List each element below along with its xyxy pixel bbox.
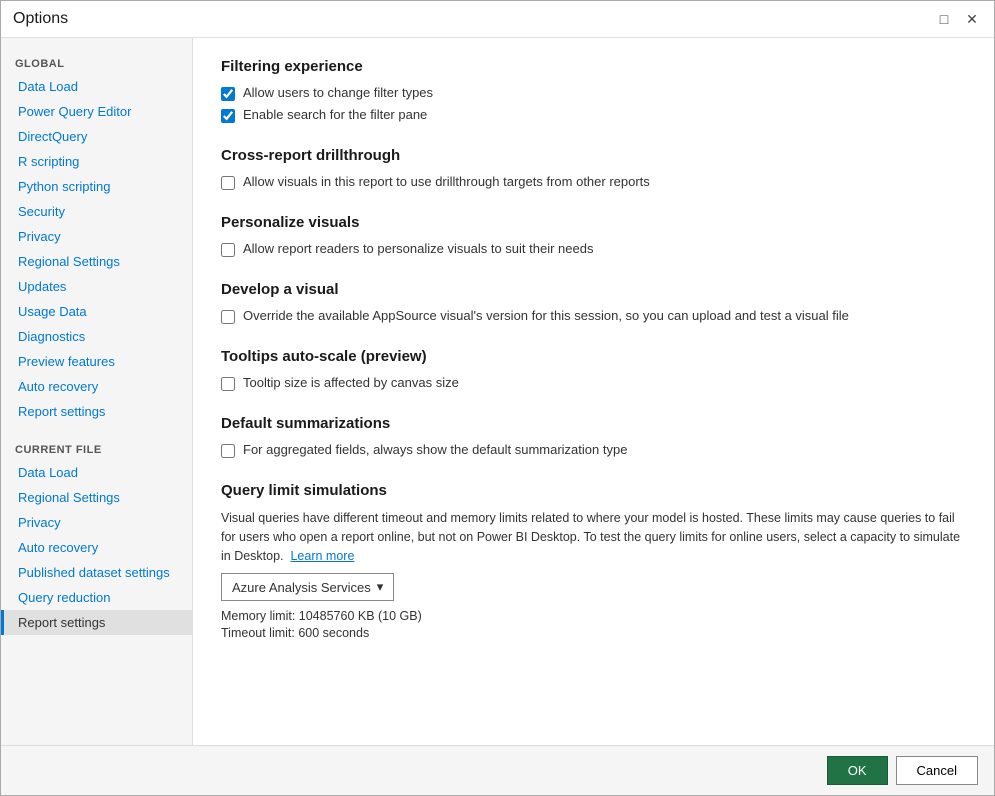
capacity-dropdown[interactable]: Azure Analysis Services ▾ bbox=[221, 573, 394, 601]
label-override-appsource: Override the available AppSource visual'… bbox=[243, 308, 849, 323]
section-filtering-experience: Filtering experience Allow users to chan… bbox=[221, 58, 966, 123]
section-default-summarizations: Default summarizations For aggregated fi… bbox=[221, 415, 966, 458]
dialog-body: GLOBAL Data Load Power Query Editor Dire… bbox=[1, 38, 994, 745]
checkbox-allow-filter-types[interactable] bbox=[221, 87, 235, 101]
checkbox-show-default-summary[interactable] bbox=[221, 444, 235, 458]
sidebar-item-cf-auto-recovery[interactable]: Auto recovery bbox=[1, 535, 192, 560]
sidebar-item-report-settings-global[interactable]: Report settings bbox=[1, 399, 192, 424]
sidebar-item-cf-regional-settings[interactable]: Regional Settings bbox=[1, 485, 192, 510]
sidebar-item-r-scripting[interactable]: R scripting bbox=[1, 149, 192, 174]
sidebar-item-auto-recovery[interactable]: Auto recovery bbox=[1, 374, 192, 399]
dropdown-arrow-icon: ▾ bbox=[377, 579, 384, 595]
dropdown-label: Azure Analysis Services bbox=[232, 580, 371, 595]
main-scroll-area[interactable]: Filtering experience Allow users to chan… bbox=[193, 38, 994, 745]
section-title-query-limit: Query limit simulations bbox=[221, 482, 966, 499]
cancel-button[interactable]: Cancel bbox=[896, 756, 978, 785]
title-bar: Options □ ✕ bbox=[1, 1, 994, 38]
section-title-filtering: Filtering experience bbox=[221, 58, 966, 75]
sidebar-item-cf-report-settings[interactable]: Report settings bbox=[1, 610, 192, 635]
checkbox-row-develop: Override the available AppSource visual'… bbox=[221, 308, 966, 324]
sidebar-item-diagnostics[interactable]: Diagnostics bbox=[1, 324, 192, 349]
label-tooltip-canvas: Tooltip size is affected by canvas size bbox=[243, 375, 459, 390]
sidebar-item-cf-data-load[interactable]: Data Load bbox=[1, 460, 192, 485]
sidebar-item-regional-settings[interactable]: Regional Settings bbox=[1, 249, 192, 274]
sidebar-item-cf-published-dataset[interactable]: Published dataset settings bbox=[1, 560, 192, 585]
checkbox-row-summarizations: For aggregated fields, always show the d… bbox=[221, 442, 966, 458]
query-limit-description: Visual queries have different timeout an… bbox=[221, 509, 966, 565]
section-query-limit: Query limit simulations Visual queries h… bbox=[221, 482, 966, 640]
checkbox-override-appsource[interactable] bbox=[221, 310, 235, 324]
window-controls: □ ✕ bbox=[934, 9, 982, 29]
sidebar-item-power-query-editor[interactable]: Power Query Editor bbox=[1, 99, 192, 124]
section-cross-report: Cross-report drillthrough Allow visuals … bbox=[221, 147, 966, 190]
section-title-develop: Develop a visual bbox=[221, 281, 966, 298]
dialog-title: Options bbox=[13, 10, 68, 28]
section-personalize-visuals: Personalize visuals Allow report readers… bbox=[221, 214, 966, 257]
timeout-limit-text: Timeout limit: 600 seconds bbox=[221, 626, 966, 640]
sidebar-item-cf-query-reduction[interactable]: Query reduction bbox=[1, 585, 192, 610]
main-content: Filtering experience Allow users to chan… bbox=[193, 38, 994, 745]
sidebar-item-preview-features[interactable]: Preview features bbox=[1, 349, 192, 374]
checkbox-row-enable-search: Enable search for the filter pane bbox=[221, 107, 966, 123]
learn-more-link[interactable]: Learn more bbox=[290, 549, 354, 563]
checkbox-row-personalize: Allow report readers to personalize visu… bbox=[221, 241, 966, 257]
label-show-default-summary: For aggregated fields, always show the d… bbox=[243, 442, 627, 457]
sidebar-item-cf-privacy[interactable]: Privacy bbox=[1, 510, 192, 535]
section-title-personalize: Personalize visuals bbox=[221, 214, 966, 231]
section-tooltips: Tooltips auto-scale (preview) Tooltip si… bbox=[221, 348, 966, 391]
label-allow-drillthrough: Allow visuals in this report to use dril… bbox=[243, 174, 650, 189]
label-allow-filter-types: Allow users to change filter types bbox=[243, 85, 433, 100]
global-section-label: GLOBAL bbox=[1, 50, 192, 74]
sidebar-item-data-load[interactable]: Data Load bbox=[1, 74, 192, 99]
sidebar-item-python-scripting[interactable]: Python scripting bbox=[1, 174, 192, 199]
checkbox-enable-search-filter[interactable] bbox=[221, 109, 235, 123]
sidebar-item-directquery[interactable]: DirectQuery bbox=[1, 124, 192, 149]
sidebar-item-security[interactable]: Security bbox=[1, 199, 192, 224]
sidebar-item-usage-data[interactable]: Usage Data bbox=[1, 299, 192, 324]
section-title-tooltips: Tooltips auto-scale (preview) bbox=[221, 348, 966, 365]
options-dialog: Options □ ✕ GLOBAL Data Load Power Query… bbox=[0, 0, 995, 796]
checkbox-row-drillthrough: Allow visuals in this report to use dril… bbox=[221, 174, 966, 190]
section-title-summarizations: Default summarizations bbox=[221, 415, 966, 432]
sidebar-item-privacy[interactable]: Privacy bbox=[1, 224, 192, 249]
label-enable-search-filter: Enable search for the filter pane bbox=[243, 107, 427, 122]
ok-button[interactable]: OK bbox=[827, 756, 888, 785]
checkbox-row-tooltip: Tooltip size is affected by canvas size bbox=[221, 375, 966, 391]
label-allow-personalize: Allow report readers to personalize visu… bbox=[243, 241, 593, 256]
checkbox-tooltip-canvas[interactable] bbox=[221, 377, 235, 391]
section-title-cross-report: Cross-report drillthrough bbox=[221, 147, 966, 164]
checkbox-allow-drillthrough[interactable] bbox=[221, 176, 235, 190]
close-button[interactable]: ✕ bbox=[962, 9, 982, 29]
current-file-section-label: CURRENT FILE bbox=[1, 436, 192, 460]
section-develop-visual: Develop a visual Override the available … bbox=[221, 281, 966, 324]
checkbox-row-allow-filter: Allow users to change filter types bbox=[221, 85, 966, 101]
memory-limit-text: Memory limit: 10485760 KB (10 GB) bbox=[221, 609, 966, 623]
sidebar-item-updates[interactable]: Updates bbox=[1, 274, 192, 299]
footer: OK Cancel bbox=[1, 745, 994, 795]
minimize-button[interactable]: □ bbox=[934, 9, 954, 29]
checkbox-allow-personalize[interactable] bbox=[221, 243, 235, 257]
sidebar: GLOBAL Data Load Power Query Editor Dire… bbox=[1, 38, 193, 745]
